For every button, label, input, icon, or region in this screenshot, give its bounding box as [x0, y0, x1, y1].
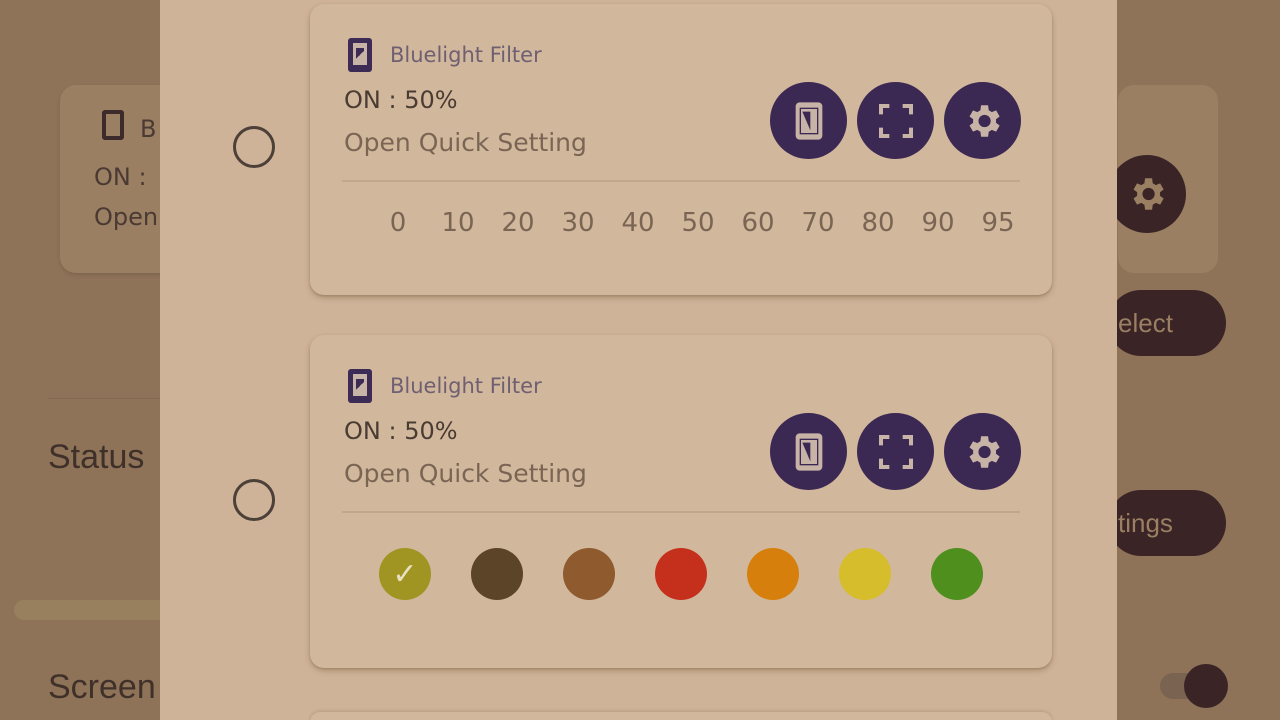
open-quick-setting-link[interactable]: Open Quick Setting [344, 128, 587, 157]
card-header: Bluelight Filter [348, 38, 542, 72]
opacity-level[interactable]: 30 [548, 208, 608, 238]
toggle-filter-button[interactable] [770, 82, 847, 159]
widget-preview-card: Bluelight Filter ON : 50% Open Quick Set… [310, 4, 1052, 295]
phone-filter-icon [348, 38, 372, 72]
opacity-level[interactable]: 0 [368, 208, 428, 238]
color-swatch-orange[interactable] [747, 548, 799, 600]
style-option-radio[interactable] [233, 479, 275, 521]
color-swatch-green[interactable] [931, 548, 983, 600]
background-toggle-knob [1184, 664, 1228, 708]
color-swatch-brown[interactable] [563, 548, 615, 600]
filter-color-selector: ✓ [379, 548, 983, 600]
gear-icon [969, 104, 1000, 137]
filter-status: ON : 50% [344, 417, 458, 445]
color-swatch-olive[interactable]: ✓ [379, 548, 431, 600]
opacity-level[interactable]: 10 [428, 208, 488, 238]
card-header: Bluelight Filter [348, 369, 542, 403]
card-divider [342, 180, 1020, 182]
app-name: Bluelight Filter [390, 374, 542, 398]
background-card-status: ON : [94, 163, 147, 191]
phone-filter-icon [795, 432, 822, 471]
phone-filter-icon [348, 369, 372, 403]
action-buttons [770, 82, 1021, 159]
opacity-level-selector: 0 10 20 30 40 50 60 70 80 90 95 [368, 208, 1028, 238]
background-settings-label: tings [1118, 507, 1173, 538]
opacity-level[interactable]: 70 [788, 208, 848, 238]
background-settings-button: tings [1108, 490, 1226, 556]
filter-status: ON : 50% [344, 86, 458, 114]
phone-filter-icon [795, 101, 822, 140]
fullscreen-icon [878, 103, 913, 138]
style-option-radio[interactable] [233, 126, 275, 168]
app-name: Bluelight Filter [390, 43, 542, 67]
color-swatch-red[interactable] [655, 548, 707, 600]
background-screen-label: Screen [48, 668, 156, 706]
next-preview-card [310, 712, 1052, 720]
background-select-label: elect [1118, 307, 1173, 338]
fullscreen-icon [878, 434, 913, 469]
fullscreen-button[interactable] [857, 413, 934, 490]
background-divider [48, 398, 168, 399]
opacity-level[interactable]: 20 [488, 208, 548, 238]
card-divider [342, 511, 1020, 513]
selected-check-icon: ✓ [392, 556, 418, 592]
settings-button[interactable] [944, 82, 1021, 159]
background-card-open: Open [94, 203, 159, 231]
widget-style-dialog: Bluelight Filter ON : 50% Open Quick Set… [160, 0, 1117, 720]
opacity-level[interactable]: 80 [848, 208, 908, 238]
opacity-level[interactable]: 40 [608, 208, 668, 238]
background-card-edge [14, 600, 174, 620]
color-swatch-dark-brown[interactable] [471, 548, 523, 600]
opacity-level[interactable]: 50 [668, 208, 728, 238]
background-phone-icon [102, 110, 124, 140]
opacity-level[interactable]: 60 [728, 208, 788, 238]
background-select-button: elect [1108, 290, 1226, 356]
opacity-level[interactable]: 90 [908, 208, 968, 238]
gear-icon [969, 435, 1000, 468]
open-quick-setting-link[interactable]: Open Quick Setting [344, 459, 587, 488]
settings-button[interactable] [944, 413, 1021, 490]
color-swatch-yellow[interactable] [839, 548, 891, 600]
opacity-level[interactable]: 95 [968, 208, 1028, 238]
action-buttons [770, 413, 1021, 490]
background-gear-icon [1108, 155, 1186, 233]
background-status-label: Status [48, 438, 145, 476]
widget-preview-card: Bluelight Filter ON : 50% Open Quick Set… [310, 335, 1052, 668]
style-option-color[interactable]: Bluelight Filter ON : 50% Open Quick Set… [160, 330, 1117, 670]
fullscreen-button[interactable] [857, 82, 934, 159]
toggle-filter-button[interactable] [770, 413, 847, 490]
style-option-opacity[interactable]: Bluelight Filter ON : 50% Open Quick Set… [160, 0, 1117, 310]
background-card-app-label: B [140, 115, 157, 143]
